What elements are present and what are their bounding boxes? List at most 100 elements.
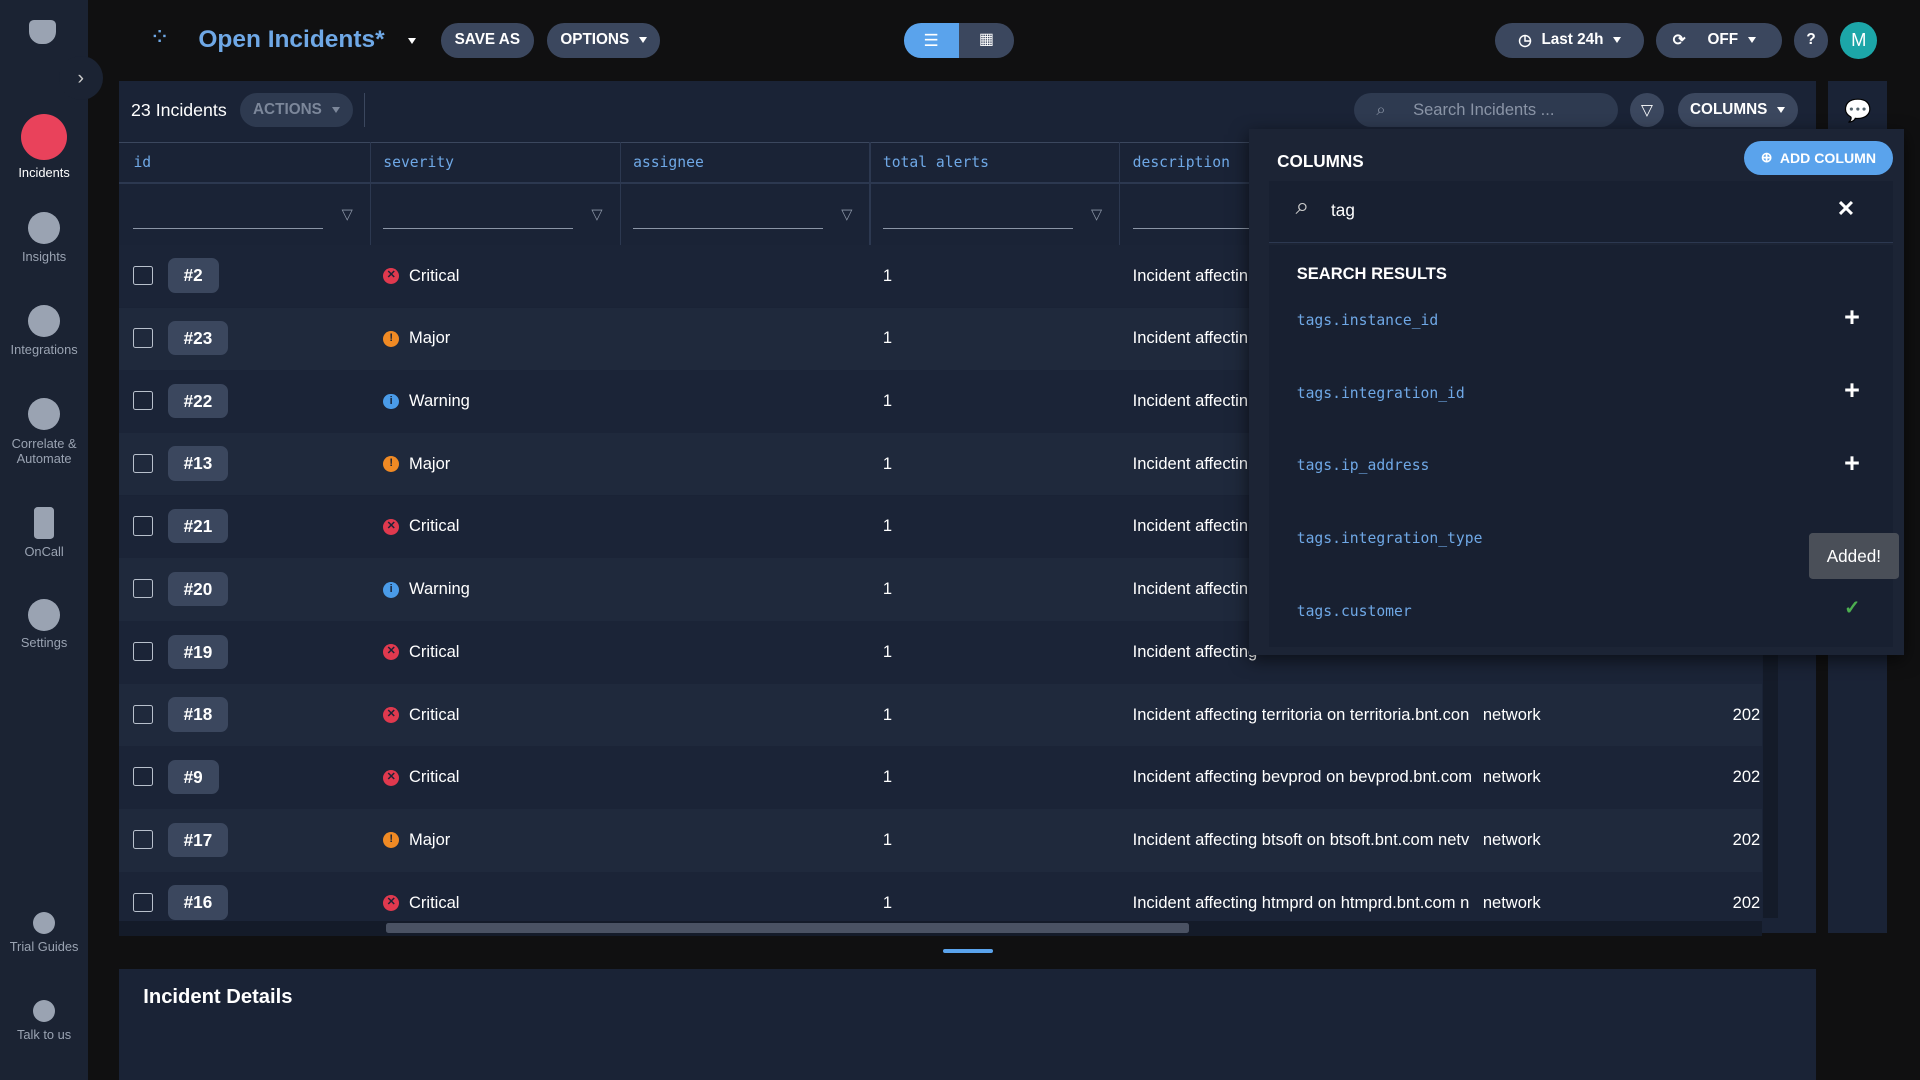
severity-filter-input[interactable]: [383, 227, 574, 229]
filter-icon[interactable]: ▽: [841, 206, 852, 223]
check-icon[interactable]: ✓: [1844, 596, 1860, 620]
sidebar-item-settings[interactable]: Settings: [0, 598, 88, 650]
service-value: network: [1482, 892, 1541, 912]
filter-icon[interactable]: ▽: [342, 206, 353, 223]
search-result-item[interactable]: tags.integration_id: [1297, 385, 1465, 402]
row-checkbox[interactable]: [133, 829, 153, 850]
sidebar-item-incidents[interactable]: Incidents: [0, 113, 88, 180]
date-value: 202: [1732, 767, 1761, 787]
incident-id-badge[interactable]: #2: [167, 258, 219, 293]
incident-id-badge[interactable]: #22: [167, 383, 229, 419]
sidebar-item-talk-to-us[interactable]: Talk to us: [0, 1000, 88, 1042]
row-checkbox[interactable]: [133, 767, 153, 787]
severity-label: Critical: [408, 892, 460, 912]
incident-id-badge[interactable]: #20: [167, 571, 229, 607]
column-header-assignee[interactable]: assignee: [633, 154, 704, 171]
clear-search-icon[interactable]: ✕: [1837, 196, 1855, 222]
guides-icon: [33, 912, 56, 935]
description-filter-input[interactable]: [1132, 227, 1249, 229]
column-header-id[interactable]: id: [133, 154, 151, 171]
sidebar-item-integrations[interactable]: Integrations: [0, 304, 88, 357]
column-divider[interactable]: [369, 142, 372, 245]
auto-refresh-select[interactable]: ⟳ OFF: [1655, 23, 1782, 58]
incident-id-badge[interactable]: #19: [167, 634, 229, 669]
severity-label: Major: [408, 829, 451, 849]
options-button[interactable]: OPTIONS: [547, 23, 660, 58]
column-header-total-alerts[interactable]: total alerts: [883, 154, 989, 171]
sidebar-item-trial-guides[interactable]: Trial Guides: [0, 912, 88, 954]
save-as-button[interactable]: SAVE AS: [440, 23, 534, 58]
row-checkbox[interactable]: [133, 453, 153, 473]
incident-id-badge[interactable]: #21: [167, 509, 229, 544]
row-checkbox[interactable]: [133, 328, 153, 348]
description-value: Incident affectin: [1132, 453, 1249, 473]
table-row[interactable]: #9 ✕ Critical 1 Incident affecting bevpr…: [118, 746, 1763, 809]
search-input[interactable]: ⌕ Search Incidents ...: [1354, 93, 1618, 128]
list-view-toggle[interactable]: ☰: [903, 23, 959, 58]
description-value: Incident affecting htmprd on htmprd.bnt.…: [1132, 892, 1470, 912]
horizontal-scrollbar[interactable]: [118, 920, 1763, 936]
search-result-item[interactable]: tags.ip_address: [1297, 457, 1430, 474]
sidebar-item-correlate[interactable]: Correlate & Automate: [0, 397, 88, 467]
chat-icon[interactable]: 💬: [1844, 98, 1871, 124]
table-row[interactable]: #17 ! Major 1 Incident affecting btsoft …: [118, 809, 1763, 872]
incident-id-badge[interactable]: #13: [167, 446, 229, 481]
scrollbar-thumb[interactable]: [385, 923, 1189, 934]
severity-icon: ✕: [383, 707, 400, 723]
table-row[interactable]: #18 ✕ Critical 1 Incident affecting terr…: [118, 683, 1763, 747]
columns-button[interactable]: COLUMNS: [1677, 93, 1798, 128]
row-checkbox[interactable]: [133, 391, 153, 411]
incident-id-badge[interactable]: #17: [167, 822, 229, 857]
expand-sidebar-button[interactable]: ›: [58, 56, 103, 101]
resize-handle[interactable]: [942, 948, 994, 953]
added-tooltip: Added!: [1808, 532, 1900, 580]
search-result-item[interactable]: tags.integration_type: [1297, 530, 1483, 547]
page-title[interactable]: Open Incidents*: [198, 26, 384, 54]
assignee-filter-input[interactable]: [633, 227, 823, 229]
avatar[interactable]: M: [1840, 22, 1878, 59]
search-result-item[interactable]: tags.instance_id: [1297, 312, 1438, 329]
id-filter-input[interactable]: [133, 227, 324, 229]
sidebar-label: Insights: [21, 248, 67, 264]
incident-id-badge[interactable]: #9: [167, 759, 219, 795]
refresh-label: OFF: [1707, 31, 1739, 49]
row-checkbox[interactable]: [133, 265, 153, 285]
description-value: Incident affectin: [1132, 328, 1249, 348]
row-checkbox[interactable]: [133, 892, 153, 912]
column-divider[interactable]: [619, 142, 621, 245]
sidebar-item-oncall[interactable]: OnCall: [0, 506, 88, 559]
column-header-description[interactable]: description: [1133, 154, 1230, 171]
options-label: OPTIONS: [560, 31, 630, 49]
filter-icon[interactable]: ▽: [1091, 206, 1102, 223]
add-column-plus-icon[interactable]: +: [1844, 448, 1860, 479]
description-value: Incident affecting territoria on territo…: [1132, 704, 1470, 724]
incident-id-badge[interactable]: #23: [167, 321, 229, 356]
add-column-plus-icon[interactable]: +: [1844, 375, 1860, 406]
time-range-select[interactable]: ◷ Last 24h: [1495, 23, 1645, 58]
incident-id-badge[interactable]: #18: [167, 697, 229, 732]
row-checkbox[interactable]: [133, 579, 153, 599]
help-button[interactable]: ?: [1793, 23, 1829, 58]
row-checkbox[interactable]: [133, 641, 153, 662]
column-divider[interactable]: [869, 142, 871, 245]
incident-id-badge[interactable]: #16: [167, 885, 229, 920]
date-value: 202: [1732, 892, 1761, 912]
add-column-button[interactable]: ⊕ ADD COLUMN: [1743, 140, 1894, 176]
row-checkbox[interactable]: [133, 704, 153, 724]
add-column-plus-icon[interactable]: +: [1844, 302, 1860, 333]
column-search-input[interactable]: [1268, 181, 1894, 244]
severity-label: Major: [408, 453, 451, 473]
total-alerts-filter-input[interactable]: [882, 227, 1073, 229]
sidebar-item-insights[interactable]: Insights: [0, 211, 88, 264]
column-header-severity[interactable]: severity: [383, 154, 454, 171]
total-alerts-value: 1: [882, 579, 893, 599]
description-value: Incident affectin: [1132, 516, 1249, 536]
filter-icon[interactable]: ▽: [591, 206, 602, 223]
actions-button[interactable]: ACTIONS: [240, 93, 353, 128]
column-divider[interactable]: [1119, 142, 1121, 245]
row-checkbox[interactable]: [133, 516, 153, 536]
title-dropdown-icon[interactable]: [407, 37, 416, 44]
search-result-item[interactable]: tags.customer: [1297, 603, 1412, 620]
grid-view-toggle[interactable]: ▦: [958, 23, 1014, 58]
total-alerts-value: 1: [882, 391, 893, 411]
